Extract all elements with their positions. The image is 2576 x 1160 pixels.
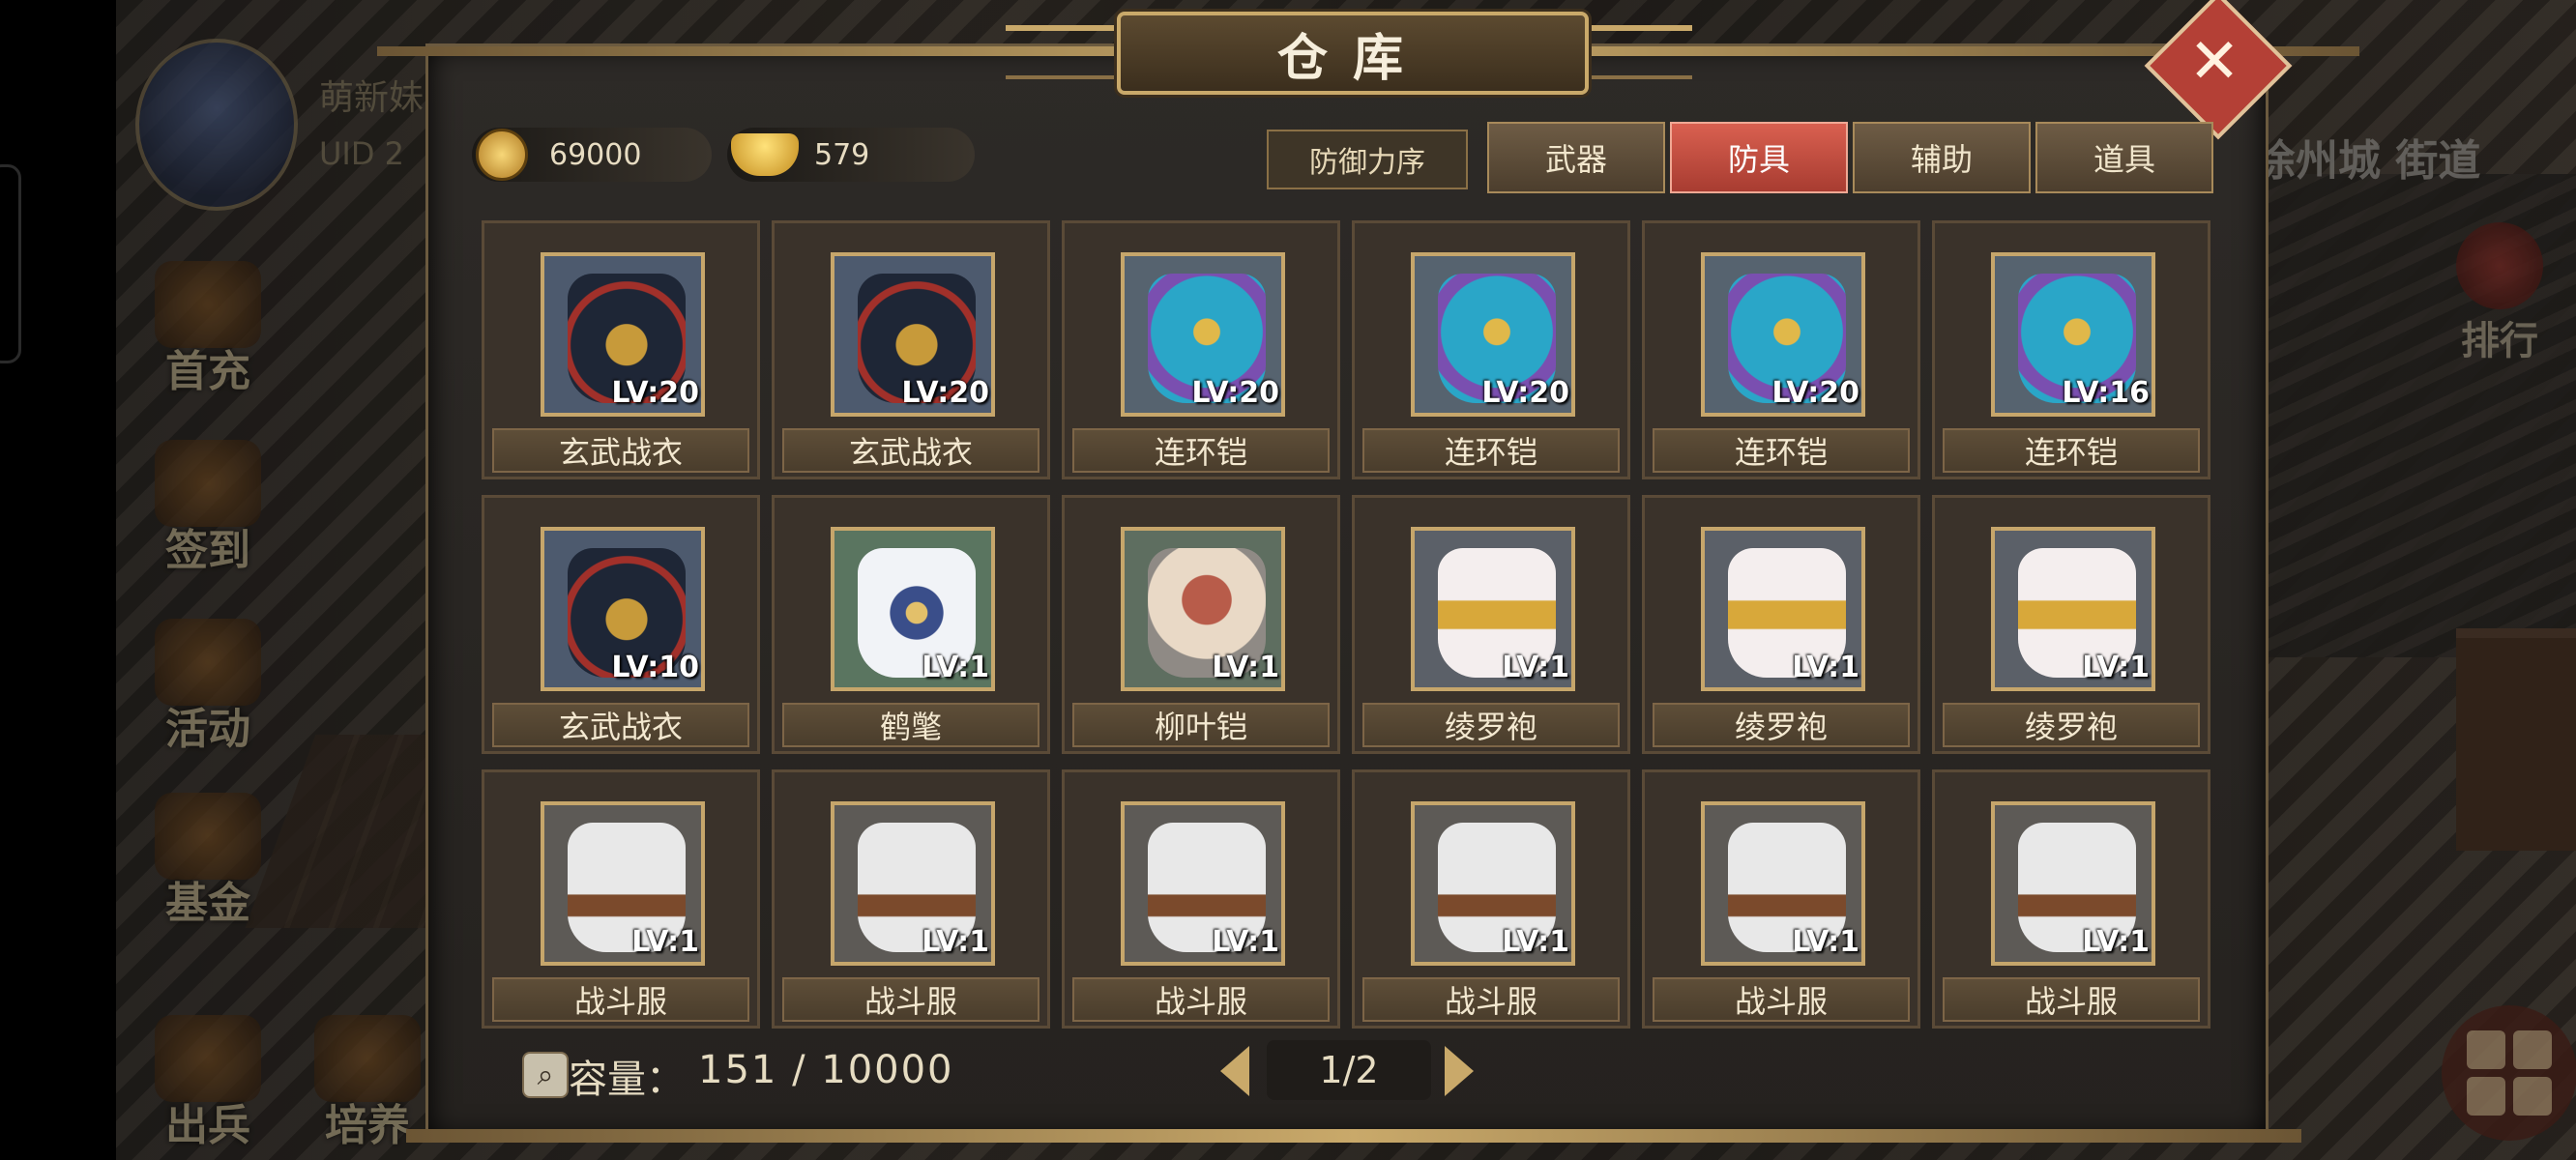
item-level: LV:20 [1771, 376, 1859, 410]
item-grid: LV:20 玄武战衣 LV:20 玄武战衣 LV:20 连环铠 LV:20 连环铠 LV:20 连… [482, 220, 2212, 1029]
item-name: 连环铠 [1943, 428, 2200, 473]
item-name: 战斗服 [492, 977, 749, 1022]
item-name: 战斗服 [1943, 977, 2200, 1022]
item-slot[interactable]: LV:20 玄武战衣 [482, 220, 760, 479]
item-name: 玄武战衣 [492, 428, 749, 473]
close-icon[interactable]: ✕ [2166, 14, 2263, 110]
item-level: LV:1 [1502, 925, 1569, 959]
title-ornament-left [1006, 25, 1122, 79]
item-slot[interactable]: LV:10 玄武战衣 [482, 495, 760, 754]
coin-icon [476, 129, 528, 181]
item-level: LV:1 [1212, 651, 1279, 684]
item-slot[interactable]: LV:1 战斗服 [482, 769, 760, 1029]
item-slot[interactable]: LV:1 战斗服 [1352, 769, 1630, 1029]
coin-balance: 69000 [472, 128, 712, 182]
item-level: LV:20 [901, 376, 989, 410]
item-name: 绫罗袍 [1362, 703, 1620, 747]
item-level: LV:1 [1212, 925, 1279, 959]
item-slot[interactable]: LV:1 绫罗袍 [1642, 495, 1920, 754]
prev-page-arrow-icon[interactable] [1220, 1046, 1249, 1096]
item-name: 战斗服 [1072, 977, 1330, 1022]
item-slot[interactable]: LV:20 连环铠 [1062, 220, 1340, 479]
page-indicator: 1/2 [1267, 1040, 1431, 1100]
item-level: LV:1 [922, 925, 989, 959]
item-name: 鹤氅 [782, 703, 1039, 747]
magnifier-icon[interactable]: ⌕ [522, 1052, 569, 1098]
panel-bottom-frame [406, 1129, 2301, 1143]
ingot-balance: 579 [727, 128, 975, 182]
title-ornament-right [1576, 25, 1692, 79]
item-name: 绫罗袍 [1943, 703, 2200, 747]
item-level: LV:20 [1191, 376, 1279, 410]
coin-amount: 69000 [549, 137, 642, 172]
item-slot[interactable]: LV:1 绫罗袍 [1932, 495, 2210, 754]
item-slot[interactable]: LV:1 鹤氅 [772, 495, 1050, 754]
item-name: 柳叶铠 [1072, 703, 1330, 747]
item-level: LV:1 [631, 925, 699, 959]
capacity-label: 容量： [569, 1058, 685, 1102]
item-slot[interactable]: LV:1 战斗服 [1062, 769, 1340, 1029]
item-level: LV:20 [1481, 376, 1569, 410]
item-slot[interactable]: LV:16 连环铠 [1932, 220, 2210, 479]
warehouse-title-text: 仓库 [1276, 28, 1428, 88]
item-level: LV:1 [1792, 651, 1859, 684]
tab-armor[interactable]: 防具 [1670, 122, 1848, 193]
item-name: 玄武战衣 [492, 703, 749, 747]
item-name: 战斗服 [782, 977, 1039, 1022]
device-notch-bar [0, 0, 116, 1160]
item-slot[interactable]: LV:20 连环铠 [1642, 220, 1920, 479]
item-slot[interactable]: LV:20 玄武战衣 [772, 220, 1050, 479]
item-slot[interactable]: LV:1 柳叶铠 [1062, 495, 1340, 754]
item-level: LV:1 [2082, 925, 2150, 959]
item-level: LV:1 [922, 651, 989, 684]
item-slot[interactable]: LV:1 绫罗袍 [1352, 495, 1630, 754]
item-level: LV:1 [1792, 925, 1859, 959]
item-name: 连环铠 [1362, 428, 1620, 473]
item-level: LV:1 [1502, 651, 1569, 684]
item-name: 战斗服 [1362, 977, 1620, 1022]
tab-accessories[interactable]: 辅助 [1853, 122, 2031, 193]
item-level: LV:10 [611, 651, 699, 684]
ingot-amount: 579 [814, 137, 870, 172]
item-slot[interactable]: LV:20 连环铠 [1352, 220, 1630, 479]
item-name: 绫罗袍 [1653, 703, 1910, 747]
sort-defense-button[interactable]: 防御力序 [1267, 130, 1468, 189]
gold-ingot-icon [731, 133, 799, 176]
item-level: LV:16 [2062, 376, 2150, 410]
item-name: 连环铠 [1653, 428, 1910, 473]
tab-items[interactable]: 道具 [2035, 122, 2213, 193]
device-notch [0, 164, 21, 363]
item-name: 战斗服 [1653, 977, 1910, 1022]
item-slot[interactable]: LV:1 战斗服 [1642, 769, 1920, 1029]
warehouse-title: 仓库 [1117, 12, 1589, 95]
tab-weapons[interactable]: 武器 [1487, 122, 1665, 193]
item-name: 玄武战衣 [782, 428, 1039, 473]
item-slot[interactable]: LV:1 战斗服 [1932, 769, 2210, 1029]
capacity-value: 151 / 10000 [698, 1048, 954, 1092]
item-level: LV:1 [2082, 651, 2150, 684]
item-name: 连环铠 [1072, 428, 1330, 473]
next-page-arrow-icon[interactable] [1445, 1046, 1474, 1096]
item-level: LV:20 [611, 376, 699, 410]
item-slot[interactable]: LV:1 战斗服 [772, 769, 1050, 1029]
